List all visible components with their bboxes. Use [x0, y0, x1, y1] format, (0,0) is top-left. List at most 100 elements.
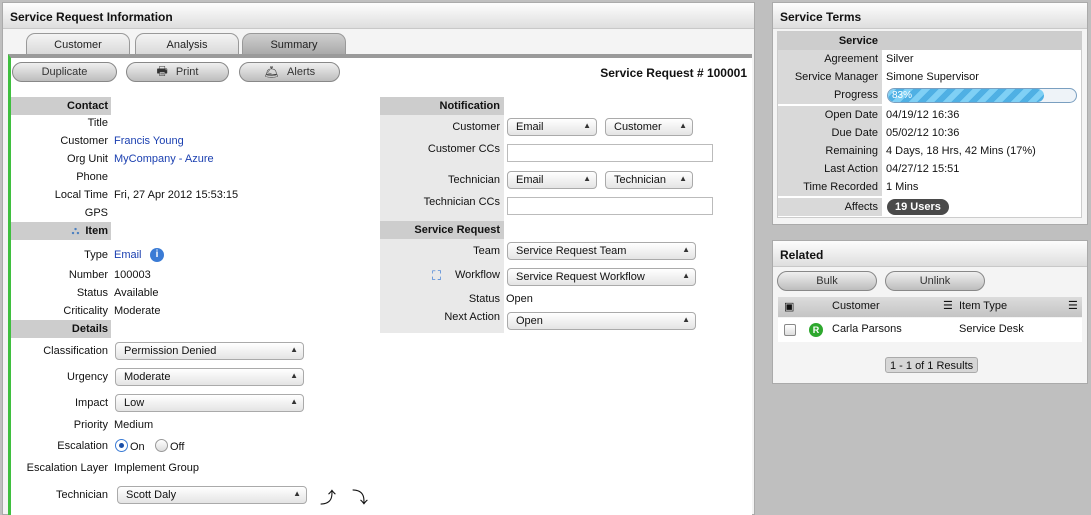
technician-select[interactable]: Scott Daly ▲	[117, 486, 307, 504]
tab-customer[interactable]: Customer	[26, 33, 130, 56]
stepper-arrows-icon: ▲	[293, 489, 301, 498]
info-icon[interactable]: i	[150, 248, 164, 262]
next-action-select[interactable]: Open ▲	[507, 312, 696, 330]
last-action-value: 04/27/12 15:51	[886, 163, 960, 175]
escalation-layer-value: Implement Group	[114, 462, 199, 474]
due-date-label: Due Date	[778, 124, 882, 142]
impact-select[interactable]: Low ▲	[115, 394, 304, 412]
progress-label: Progress	[778, 86, 882, 104]
escalation-on-radio[interactable]	[115, 439, 128, 452]
panel-title: Service Request Information	[3, 3, 754, 29]
local-time-value: Fri, 27 Apr 2012 15:53:15	[114, 189, 239, 201]
tab-summary[interactable]: Summary	[242, 33, 346, 56]
stepper-arrows-icon: ▲	[290, 397, 298, 406]
request-number: Service Request # 100001	[600, 66, 747, 80]
item-status-label: Status	[76, 287, 108, 299]
details-header-text: Details	[71, 323, 108, 335]
technician-label: Technician	[56, 489, 108, 501]
column-menu-icon[interactable]: ☰	[943, 299, 953, 312]
print-label: Print	[175, 66, 199, 78]
escalation-off-radio[interactable]	[155, 439, 168, 452]
urgency-label: Urgency	[67, 371, 108, 383]
team-label: Team	[473, 245, 500, 257]
escalation-off-label: Off	[170, 441, 185, 453]
bell-icon: 🛎	[263, 65, 280, 79]
service-request-header-text: Service Request	[414, 224, 500, 236]
unlink-button[interactable]: Unlink	[885, 271, 985, 291]
classification-value: Permission Denied	[124, 345, 217, 357]
technician-ccs-input[interactable]	[507, 197, 713, 215]
workflow-value: Service Request Workflow	[516, 271, 645, 283]
notify-customer-label: Customer	[452, 121, 500, 133]
workflow-select[interactable]: Service Request Workflow ▲	[507, 268, 696, 286]
local-time-label: Local Time	[54, 189, 108, 201]
column-item-type[interactable]: Item Type	[959, 300, 1007, 312]
escalation-layer-label: Escalation Layer	[26, 462, 108, 474]
duplicate-button[interactable]: Duplicate	[12, 62, 117, 82]
column-customer[interactable]: Customer	[832, 300, 880, 312]
notify-customer-method: Email	[516, 121, 544, 133]
notify-technician-target: Technician	[614, 174, 666, 186]
open-date-value: 04/19/12 16:36	[886, 109, 960, 121]
classification-label: Classification	[43, 345, 108, 357]
time-recorded-label: Time Recorded	[778, 178, 882, 196]
results-count: 1 - 1 of 1 Results	[885, 357, 979, 373]
notify-technician-target-select[interactable]: Technician ▲	[605, 171, 693, 189]
criticality-label: Criticality	[63, 305, 108, 317]
type-label: Type	[84, 249, 108, 261]
service-manager-value: Simone Supervisor	[886, 71, 979, 83]
sr-status-value: Open	[506, 293, 533, 305]
urgency-select[interactable]: Moderate ▲	[115, 368, 304, 386]
escalation-label: Escalation	[57, 440, 108, 452]
stepper-arrows-icon: ▲	[583, 174, 591, 183]
row-checkbox[interactable]	[784, 324, 796, 336]
sr-status-label: Status	[468, 293, 500, 305]
customer-link[interactable]: Francis Young	[114, 133, 184, 149]
stepper-arrows-icon: ▲	[583, 121, 591, 130]
next-action-label: Next Action	[444, 311, 500, 323]
agreement-label: Agreement	[778, 50, 882, 68]
org-unit-link[interactable]: MyCompany - Azure	[114, 151, 214, 167]
number-value: 100003	[114, 269, 151, 281]
stepper-arrows-icon: ▲	[290, 371, 298, 380]
contact-header-text: Contact	[67, 100, 108, 112]
item-type-link[interactable]: Email	[114, 247, 142, 263]
alerts-button[interactable]: 🛎 Alerts	[239, 62, 340, 82]
team-value: Service Request Team	[516, 245, 627, 257]
notification-header: Notification	[380, 97, 504, 115]
phone-label: Phone	[76, 171, 108, 183]
priority-value: Medium	[114, 419, 154, 431]
priority-label: Priority	[73, 419, 108, 431]
notify-customer-target-select[interactable]: Customer ▲	[605, 118, 693, 136]
deescalate-icon[interactable]: ⤵	[352, 484, 368, 508]
due-date-value: 05/02/12 10:36	[886, 127, 960, 139]
title-label: Title	[87, 117, 108, 129]
remaining-label: Remaining	[778, 142, 882, 160]
stepper-arrows-icon: ▲	[682, 245, 690, 254]
select-all-icon[interactable]: ▣	[784, 300, 794, 313]
notify-customer-method-select[interactable]: Email ▲	[507, 118, 597, 136]
column-menu-icon[interactable]: ☰	[1068, 299, 1078, 312]
remaining-value: 4 Days, 18 Hrs, 42 Mins (17%)	[886, 145, 1036, 157]
agreement-value: Silver	[886, 53, 914, 65]
item-status-value: Available	[114, 287, 159, 299]
table-row[interactable]: R Carla Parsons Service Desk	[778, 318, 1082, 342]
notify-technician-method-select[interactable]: Email ▲	[507, 171, 597, 189]
affects-badge[interactable]: 19 Users	[887, 199, 949, 215]
radio-dot	[119, 443, 124, 448]
bulk-button[interactable]: Bulk	[777, 271, 877, 291]
escalation-on-label: On	[130, 441, 145, 453]
service-request-header: Service Request	[380, 221, 504, 239]
technician-ccs-label: Technician CCs	[423, 196, 500, 208]
related-table-header: ▣ Customer ☰ Item Type ☰	[778, 297, 1082, 317]
tab-analysis[interactable]: Analysis	[135, 33, 239, 56]
classification-select[interactable]: Permission Denied ▲	[115, 342, 304, 360]
item-header: ⛬ Item	[11, 222, 111, 240]
notification-header-text: Notification	[439, 100, 501, 112]
print-button[interactable]: 🖶 Print	[126, 62, 229, 82]
escalate-icon[interactable]: ⤴	[320, 484, 336, 508]
stepper-arrows-icon: ▲	[679, 121, 687, 130]
affects-label: Affects	[778, 198, 882, 216]
team-select[interactable]: Service Request Team ▲	[507, 242, 696, 260]
customer-ccs-input[interactable]	[507, 144, 713, 162]
